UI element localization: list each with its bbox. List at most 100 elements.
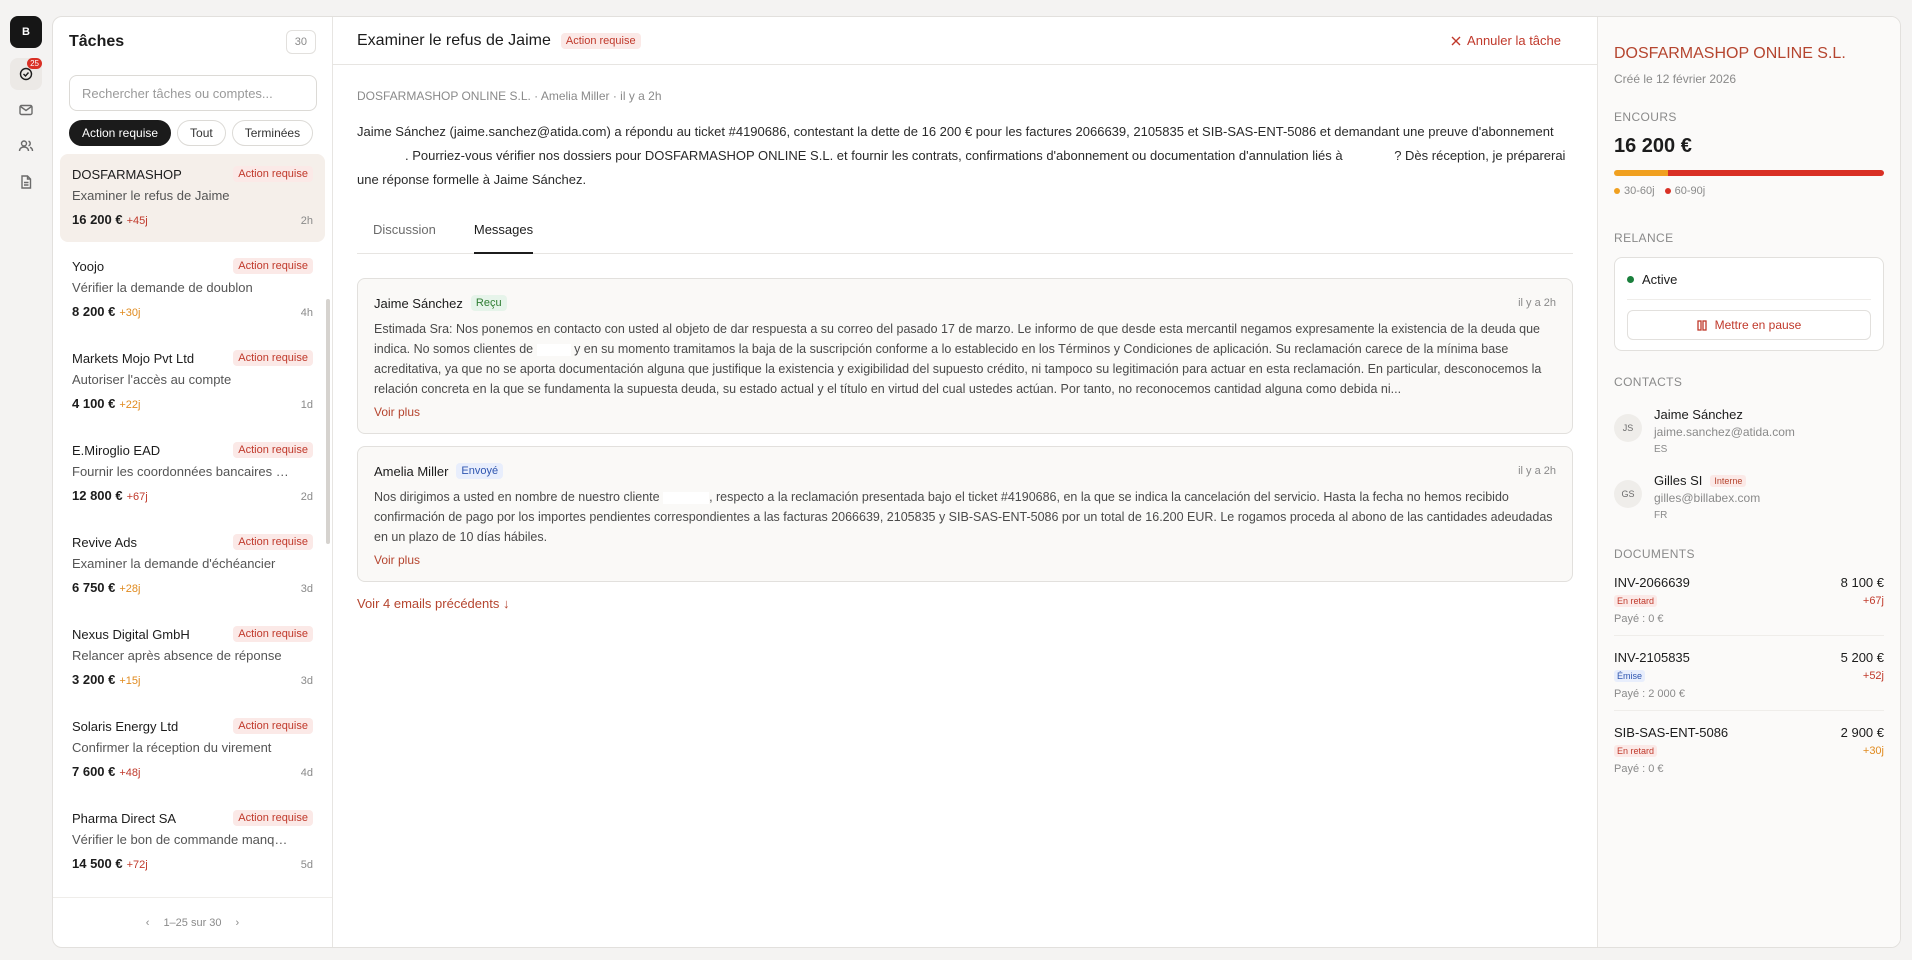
- task-status-badge: Action requise: [233, 442, 313, 458]
- encours-label: Encours: [1614, 110, 1677, 124]
- task-list-header: Tâches 30: [53, 17, 332, 67]
- task-age: 4d: [300, 767, 313, 779]
- document-paid: Payé : 2 000 €: [1614, 688, 1685, 700]
- document-amount: 8 100 €: [1840, 575, 1884, 590]
- nav-tasks-button[interactable]: 25: [10, 58, 42, 90]
- aging-legend-item: 60-90j: [1664, 185, 1705, 197]
- task-list-scrollbar[interactable]: [326, 299, 330, 544]
- company-created-date: Créé le 12 février 2026: [1614, 72, 1737, 86]
- app-frame: Tâches 30 Action requise Tout Terminées …: [52, 16, 1901, 948]
- task-list-title: Tâches: [69, 33, 125, 50]
- aging-segment: [1668, 170, 1884, 176]
- document-days-late: +30j: [1862, 745, 1884, 757]
- summary-text-b: . Pourriez-vous vérifier nos dossiers po…: [405, 148, 1343, 163]
- summary-text-a: Jaime Sánchez (jaime.sanchez@atida.com) …: [357, 124, 1554, 139]
- filter-action-required[interactable]: Action requise: [69, 120, 172, 146]
- task-status-badge: Action requise: [233, 166, 313, 182]
- show-more-link[interactable]: Voir plus: [374, 405, 420, 419]
- task-list-item[interactable]: Pharma Direct SA Action requise Vérifier l…: [60, 798, 325, 886]
- message-sent-badge: Envoyé: [456, 463, 504, 479]
- pause-icon: [1696, 319, 1707, 331]
- cancel-task-button[interactable]: Annuler la tâche: [1451, 33, 1561, 48]
- task-filter-chips: Action requise Tout Terminées: [53, 111, 332, 146]
- message-time: il y a 2h: [1518, 297, 1556, 309]
- legend-dot: [1614, 188, 1620, 195]
- task-status-badge: Action requise: [233, 718, 313, 734]
- relance-label: Relance: [1614, 231, 1674, 245]
- contacts-list: JS Jaime Sánchez jaime.sanchez@atida.com ES…: [1614, 407, 1884, 521]
- task-description: Fournir les coordonnées bancaires à jour: [72, 464, 294, 479]
- legend-dot: [1664, 188, 1671, 195]
- document-icon: [21, 175, 32, 189]
- pause-label: Mettre en pause: [1714, 318, 1802, 332]
- message-text-a: Nos dirigimos a usted en nombre de nuest…: [374, 490, 660, 504]
- encours-amount: 16 200 €: [1614, 135, 1692, 157]
- nav-inbox-button[interactable]: [10, 94, 42, 126]
- message-card: Jaime Sánchez Reçu il y a 2h Estimada Sr…: [357, 278, 1573, 434]
- task-status-badge: Action requise: [233, 626, 313, 642]
- contact-email: gilles@billabex.com: [1654, 491, 1761, 505]
- legend-label: 30-60j: [1624, 185, 1655, 197]
- contact-language: FR: [1654, 510, 1668, 521]
- show-more-link[interactable]: Voir plus: [374, 553, 420, 567]
- filter-all[interactable]: Tout: [177, 120, 226, 146]
- task-list-item[interactable]: Yoojo Action requise Vérifier la demande d…: [60, 246, 325, 334]
- tab-discussion[interactable]: Discussion: [373, 208, 436, 253]
- documents-label: Documents: [1614, 547, 1695, 561]
- contact-email: jaime.sanchez@atida.com: [1654, 425, 1795, 439]
- task-count-badge: 30: [285, 30, 316, 54]
- nav-documents-button[interactable]: [10, 166, 42, 198]
- task-search-input[interactable]: [69, 75, 317, 111]
- workspace-logo[interactable]: B: [10, 16, 42, 48]
- task-days-late: +48j: [119, 767, 141, 779]
- task-list-item[interactable]: DOSFARMASHOP Action requise Examiner le re…: [60, 154, 325, 242]
- tab-messages[interactable]: Messages: [473, 208, 534, 254]
- contact-item[interactable]: JS Jaime Sánchez jaime.sanchez@atida.com ES: [1614, 407, 1884, 455]
- contact-item[interactable]: GS Gilles SI Interne gilles@billabex.com FR: [1614, 473, 1884, 521]
- contact-name: Gilles SI: [1654, 473, 1703, 488]
- task-account-name: Markets Mojo Pvt Ltd: [72, 350, 195, 366]
- document-id: INV-2066639: [1614, 575, 1690, 590]
- document-paid: Payé : 0 €: [1614, 763, 1664, 775]
- task-list-item[interactable]: E.Miroglio EAD Action requise Fournir les …: [60, 430, 325, 518]
- task-amount: 12 800 €: [72, 488, 123, 503]
- task-list-item[interactable]: Nexus Digital GmbH Action requise Relancer…: [60, 614, 325, 702]
- task-account-name: Pharma Direct SA: [72, 810, 177, 826]
- tasks-count-badge: 25: [27, 58, 42, 69]
- task-list-item[interactable]: Solaris Energy Ltd Action requise Confirme…: [60, 706, 325, 794]
- task-days-late: +45j: [126, 215, 148, 227]
- task-days-late: +15j: [119, 675, 141, 687]
- previous-emails-link[interactable]: Voir 4 emails précédents ↓: [357, 596, 509, 611]
- document-item[interactable]: SIB-SAS-ENT-5086 2 900 € En retard +30j Payé…: [1614, 713, 1884, 785]
- task-list-item[interactable]: Revive Ads Action requise Examiner la dema…: [60, 522, 325, 610]
- message-card: Amelia Miller Envoyé il y a 2h Nos dirig…: [357, 446, 1573, 582]
- message-sender: Jaime Sánchez: [374, 295, 463, 311]
- task-status-badge: Action requise: [560, 32, 641, 49]
- task-meta: DOSFARMASHOP ONLINE S.L. · Amelia Miller…: [357, 89, 662, 103]
- document-id: INV-2105835: [1614, 650, 1690, 665]
- cancel-task-label: Annuler la tâche: [1467, 33, 1561, 48]
- task-description: Vérifier la demande de doublon: [72, 280, 253, 295]
- task-description: Vérifier le bon de commande manquant: [72, 832, 294, 847]
- task-list: DOSFARMASHOP Action requise Examiner le re…: [53, 154, 332, 909]
- document-item[interactable]: INV-2105835 5 200 € Émise +52j Payé : 2 000 …: [1614, 638, 1884, 711]
- avatar: GS: [1614, 480, 1642, 508]
- task-days-late: +22j: [119, 399, 141, 411]
- task-account-name: DOSFARMASHOP: [72, 166, 182, 182]
- nav-contacts-button[interactable]: [10, 130, 42, 162]
- task-amount: 6 750 €: [72, 580, 116, 595]
- task-age: 3d: [300, 675, 313, 687]
- documents-list: INV-2066639 8 100 € En retard +67j Payé : 0 …: [1614, 563, 1884, 785]
- pager-next-button[interactable]: ›: [236, 917, 240, 929]
- task-list-item[interactable]: Markets Mojo Pvt Ltd Action requise Autori…: [60, 338, 325, 426]
- aging-bar: [1614, 170, 1884, 176]
- task-age: 4h: [300, 307, 313, 319]
- company-name[interactable]: DOSFARMASHOP ONLINE S.L.: [1614, 45, 1884, 63]
- document-item[interactable]: INV-2066639 8 100 € En retard +67j Payé : 0 …: [1614, 563, 1884, 636]
- task-amount: 3 200 €: [72, 672, 116, 687]
- pager-prev-button[interactable]: ‹: [146, 917, 150, 929]
- task-amount: 8 200 €: [72, 304, 116, 319]
- pause-button[interactable]: Mettre en pause: [1627, 310, 1871, 340]
- task-account-name: Solaris Energy Ltd: [72, 718, 179, 734]
- filter-done[interactable]: Terminées: [231, 120, 314, 146]
